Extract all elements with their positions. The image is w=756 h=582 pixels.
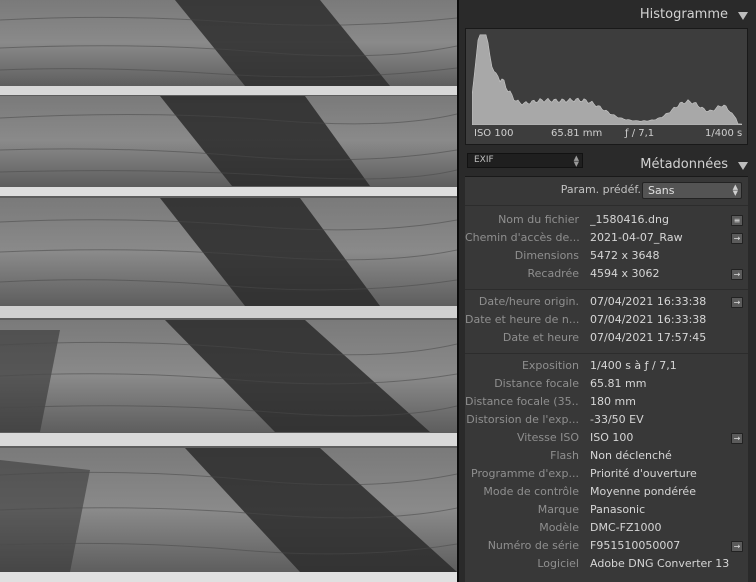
metadata-value[interactable]: DMC-FZ1000 — [590, 521, 730, 534]
metadata-label: Distance focale (35... — [465, 395, 579, 408]
metadata-label: Nom du fichier — [498, 213, 579, 226]
metadata-label: Numéro de série — [487, 539, 579, 552]
divider — [465, 289, 748, 290]
arrow-icon[interactable]: → — [731, 297, 743, 308]
metadata-row: Distorsion de l'exp... -33/50 EV — [465, 413, 748, 431]
metadata-value[interactable]: F951510050007 — [590, 539, 730, 552]
metadata-value[interactable]: Panasonic — [590, 503, 730, 516]
arrow-icon[interactable]: → — [731, 269, 743, 280]
metadata-row: Flash Non déclenché — [465, 449, 748, 467]
arrow-icon[interactable]: → — [731, 541, 743, 552]
updown-arrows-icon: ▲ ▼ — [732, 183, 738, 197]
histogram-graph — [472, 34, 742, 125]
metadata-value[interactable]: -33/50 EV — [590, 413, 730, 426]
metadata-label: Programme d'exp... — [471, 467, 579, 480]
preset-label: Param. prédéf. — [560, 183, 641, 196]
histogram-aperture: ƒ / 7,1 — [625, 128, 655, 139]
preset-value: Sans — [648, 184, 675, 197]
metadata-value[interactable]: 180 mm — [590, 395, 730, 408]
metadata-label: Mode de contrôle — [483, 485, 579, 498]
metadata-row: Distance focale (35... 180 mm — [465, 395, 748, 413]
metadata-row: Date et heure 07/04/2021 17:57:45 — [465, 331, 748, 349]
metadata-label: Date et heure — [502, 331, 579, 344]
metadata-label: Distorsion de l'exp... — [466, 413, 579, 426]
metadata-row: Programme d'exp... Priorité d'ouverture — [465, 467, 748, 485]
histogram-shutter: 1/400 s — [705, 128, 743, 139]
metadata-value[interactable]: Non déclenché — [590, 449, 730, 462]
metadata-value[interactable]: 07/04/2021 16:33:38 — [590, 313, 730, 326]
metadata-row: Dimensions 5472 x 3648 — [465, 249, 748, 267]
metadata-value[interactable]: ISO 100 — [590, 431, 730, 444]
divider — [465, 353, 748, 354]
metadata-value[interactable]: 5472 x 3648 — [590, 249, 730, 262]
metadata-row: Distance focale 65.81 mm — [465, 377, 748, 395]
metadata-label: Date et heure de n... — [465, 313, 579, 326]
metadata-value[interactable]: Adobe DNG Converter 13.1 ... — [590, 557, 730, 570]
histogram-iso: ISO 100 — [474, 128, 514, 139]
metadata-value[interactable]: Priorité d'ouverture — [590, 467, 730, 480]
metadata-row: Modèle DMC-FZ1000 — [465, 521, 748, 539]
metadata-label: Marque — [537, 503, 579, 516]
metadata-row: Marque Panasonic — [465, 503, 748, 521]
arrow-icon[interactable]: → — [731, 433, 743, 444]
metadata-row: Exposition 1/400 s à ƒ / 7,1 — [465, 359, 748, 377]
metadata-row: Nom du fichier _1580416.dng ≡ — [465, 213, 748, 231]
metadata-label: Modèle — [539, 521, 579, 534]
histogram-header[interactable]: Histogramme — [459, 2, 756, 28]
metadata-value[interactable]: 07/04/2021 16:33:38 — [590, 295, 730, 308]
divider — [465, 205, 748, 206]
right-panel: Histogramme ISO 100 65.81 mm ƒ / 7,1 1/4… — [459, 0, 756, 582]
metadata-label: Exposition — [521, 359, 579, 372]
metadata-label: Flash — [550, 449, 579, 462]
metadata-label: Distance focale — [494, 377, 579, 390]
preset-select[interactable]: Sans ▲ ▼ — [642, 182, 742, 199]
metadata-value[interactable]: 4594 x 3062 — [590, 267, 730, 280]
metadata-row: Date/heure origin. 07/04/2021 16:33:38 → — [465, 295, 748, 313]
metadata-label: Recadrée — [527, 267, 579, 280]
metadata-row: Chemin d'accès de... 2021-04-07_Raw → — [465, 231, 748, 249]
metadata-row: Mode de contrôle Moyenne pondérée — [465, 485, 748, 503]
collapse-triangle-icon[interactable] — [738, 12, 748, 20]
metadata-value[interactable]: 1/400 s à ƒ / 7,1 — [590, 359, 730, 372]
collapse-triangle-icon[interactable] — [738, 162, 748, 170]
metadata-label: Vitesse ISO — [516, 431, 579, 444]
metadata-label: Dimensions — [514, 249, 579, 262]
metadata-value[interactable]: 65.81 mm — [590, 377, 730, 390]
list-icon[interactable]: ≡ — [731, 215, 743, 226]
metadata-title: Métadonnées — [640, 157, 728, 172]
metadata-label: Chemin d'accès de... — [465, 231, 579, 244]
metadata-header[interactable]: Métadonnées — [459, 152, 756, 178]
metadata-label: Date/heure origin. — [478, 295, 579, 308]
metadata-row: Vitesse ISO ISO 100 → — [465, 431, 748, 449]
histogram[interactable]: ISO 100 65.81 mm ƒ / 7,1 1/400 s — [465, 28, 748, 145]
photo-image — [0, 0, 457, 582]
metadata-row: Numéro de série F951510050007 → — [465, 539, 748, 557]
metadata-value[interactable]: _1580416.dng — [590, 213, 730, 226]
metadata-section: Param. prédéf. Sans ▲ ▼ Nom du fichier _15… — [465, 176, 748, 582]
metadata-value[interactable]: 07/04/2021 17:57:45 — [590, 331, 730, 344]
photo-preview[interactable] — [0, 0, 457, 582]
metadata-label: Logiciel — [537, 557, 579, 570]
metadata-value[interactable]: 2021-04-07_Raw — [590, 231, 730, 244]
arrow-icon[interactable]: → — [731, 233, 743, 244]
histogram-focal-length: 65.81 mm — [551, 128, 603, 139]
metadata-value[interactable]: Moyenne pondérée — [590, 485, 730, 498]
histogram-title: Histogramme — [639, 7, 728, 22]
metadata-row: Logiciel Adobe DNG Converter 13.1 ... — [465, 557, 748, 575]
metadata-row: Date et heure de n... 07/04/2021 16:33:38 — [465, 313, 748, 331]
metadata-row: Recadrée 4594 x 3062 → — [465, 267, 748, 285]
